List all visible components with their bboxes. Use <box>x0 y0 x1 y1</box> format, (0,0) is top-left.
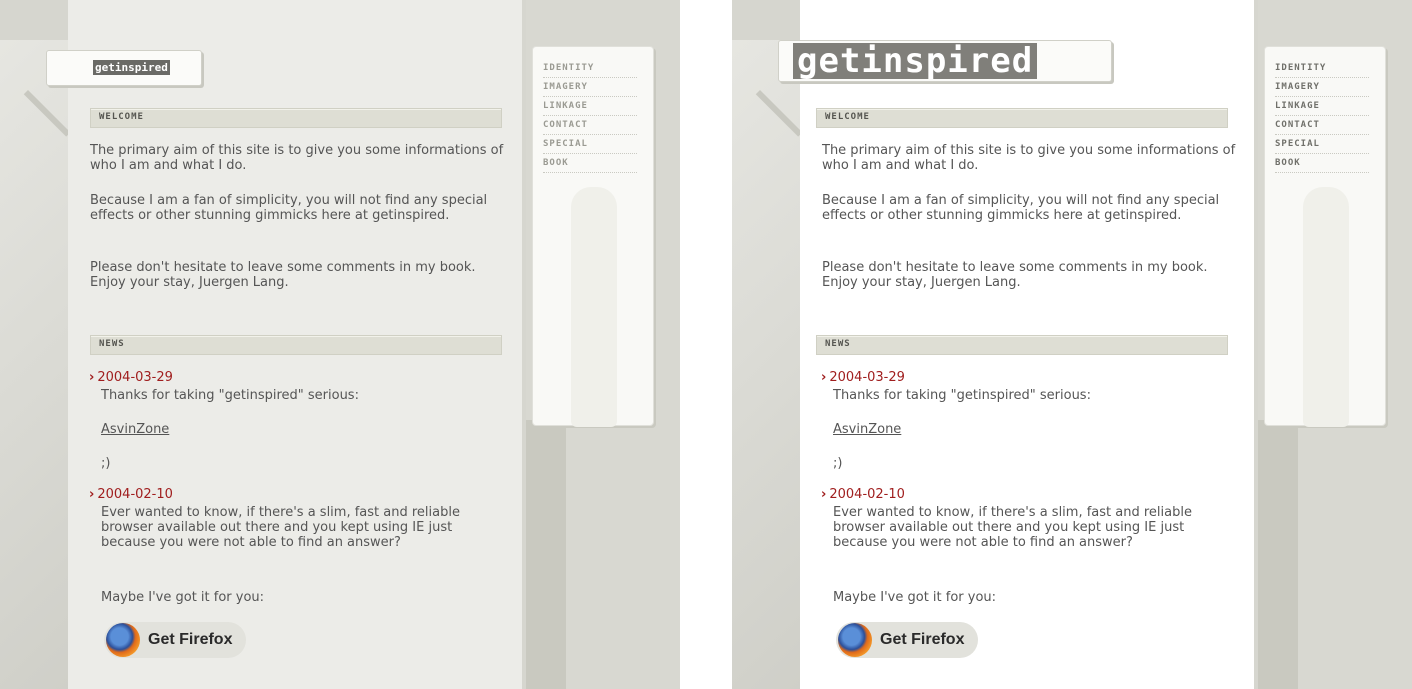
menu-item-book[interactable]: BOOK <box>1275 154 1369 173</box>
get-firefox-button[interactable]: Get Firefox <box>836 622 978 658</box>
news-text: Thanks for taking "getinspired" serious: <box>833 388 1091 403</box>
arrow-icon: › <box>821 370 827 385</box>
welcome-paragraph-1: The primary aim of this site is to give … <box>90 143 504 173</box>
news-date: › 2004-02-10 <box>821 487 905 502</box>
news-header: NEWS <box>90 335 502 355</box>
person-silhouette-image <box>1303 187 1349 427</box>
news-text: Thanks for taking "getinspired" serious: <box>101 388 359 403</box>
arrow-icon: › <box>89 370 95 385</box>
get-firefox-label: Get Firefox <box>880 631 965 648</box>
right-screenshot-panel: getinspired WELCOME The primary aim of t… <box>732 0 1412 689</box>
arrow-icon: › <box>821 487 827 502</box>
person-silhouette-image <box>571 187 617 427</box>
news-date-text: 2004-02-10 <box>829 487 905 502</box>
menu-item-linkage[interactable]: LINKAGE <box>1275 97 1369 116</box>
welcome-paragraph-3: Please don't hesitate to leave some comm… <box>822 260 1208 290</box>
news-text: Ever wanted to know, if there's a slim, … <box>833 505 1192 550</box>
news-date-text: 2004-03-29 <box>97 370 173 385</box>
menu-item-imagery[interactable]: IMAGERY <box>543 78 637 97</box>
asvinzone-link[interactable]: AsvinZone <box>833 422 901 437</box>
firefox-logo-icon <box>106 623 140 657</box>
menu-item-special[interactable]: SPECIAL <box>1275 135 1369 154</box>
news-date-text: 2004-02-10 <box>97 487 173 502</box>
menu-item-special[interactable]: SPECIAL <box>543 135 637 154</box>
site-logo: getinspired <box>793 43 1038 79</box>
navigation-menu: IDENTITY IMAGERY LINKAGE CONTACT SPECIAL… <box>532 46 654 427</box>
sidebar-stripe <box>1258 420 1298 689</box>
menu-item-imagery[interactable]: IMAGERY <box>1275 78 1369 97</box>
menu-item-book[interactable]: BOOK <box>543 154 637 173</box>
menu-item-linkage[interactable]: LINKAGE <box>543 97 637 116</box>
welcome-paragraph-3: Please don't hesitate to leave some comm… <box>90 260 476 290</box>
menu-item-identity[interactable]: IDENTITY <box>543 59 637 78</box>
news-date-text: 2004-03-29 <box>829 370 905 385</box>
news-smiley: ;) <box>833 456 843 471</box>
news-date: › 2004-02-10 <box>89 487 173 502</box>
news-header-label: NEWS <box>825 339 851 349</box>
left-diagonal-decoration <box>0 40 70 689</box>
asvinzone-link[interactable]: AsvinZone <box>101 422 169 437</box>
menu-item-identity[interactable]: IDENTITY <box>1275 59 1369 78</box>
navigation-menu: IDENTITY IMAGERY LINKAGE CONTACT SPECIAL… <box>1264 46 1386 427</box>
news-followup: Maybe I've got it for you: <box>833 590 997 605</box>
welcome-header-label: WELCOME <box>825 112 870 122</box>
welcome-paragraph-2: Because I am a fan of simplicity, you wi… <box>90 193 488 223</box>
news-date: › 2004-03-29 <box>821 370 905 385</box>
menu-item-contact[interactable]: CONTACT <box>1275 116 1369 135</box>
news-header-label: NEWS <box>99 339 125 349</box>
welcome-header: WELCOME <box>816 108 1228 128</box>
left-screenshot-panel: getinspired WELCOME The primary aim of t… <box>0 0 680 689</box>
get-firefox-label: Get Firefox <box>148 631 233 648</box>
news-date: › 2004-03-29 <box>89 370 173 385</box>
logo-tab[interactable]: getinspired <box>778 40 1112 82</box>
logo-tab[interactable]: getinspired <box>46 50 202 86</box>
news-text: Ever wanted to know, if there's a slim, … <box>101 505 460 550</box>
welcome-paragraph-2: Because I am a fan of simplicity, you wi… <box>822 193 1220 223</box>
welcome-header: WELCOME <box>90 108 502 128</box>
site-logo: getinspired <box>93 60 170 75</box>
welcome-header-label: WELCOME <box>99 112 144 122</box>
get-firefox-button[interactable]: Get Firefox <box>104 622 246 658</box>
arrow-icon: › <box>89 487 95 502</box>
news-header: NEWS <box>816 335 1228 355</box>
news-smiley: ;) <box>101 456 111 471</box>
news-followup: Maybe I've got it for you: <box>101 590 265 605</box>
left-diagonal-decoration <box>732 40 802 689</box>
menu-item-contact[interactable]: CONTACT <box>543 116 637 135</box>
sidebar-stripe <box>526 420 566 689</box>
welcome-paragraph-1: The primary aim of this site is to give … <box>822 143 1236 173</box>
firefox-logo-icon <box>838 623 872 657</box>
